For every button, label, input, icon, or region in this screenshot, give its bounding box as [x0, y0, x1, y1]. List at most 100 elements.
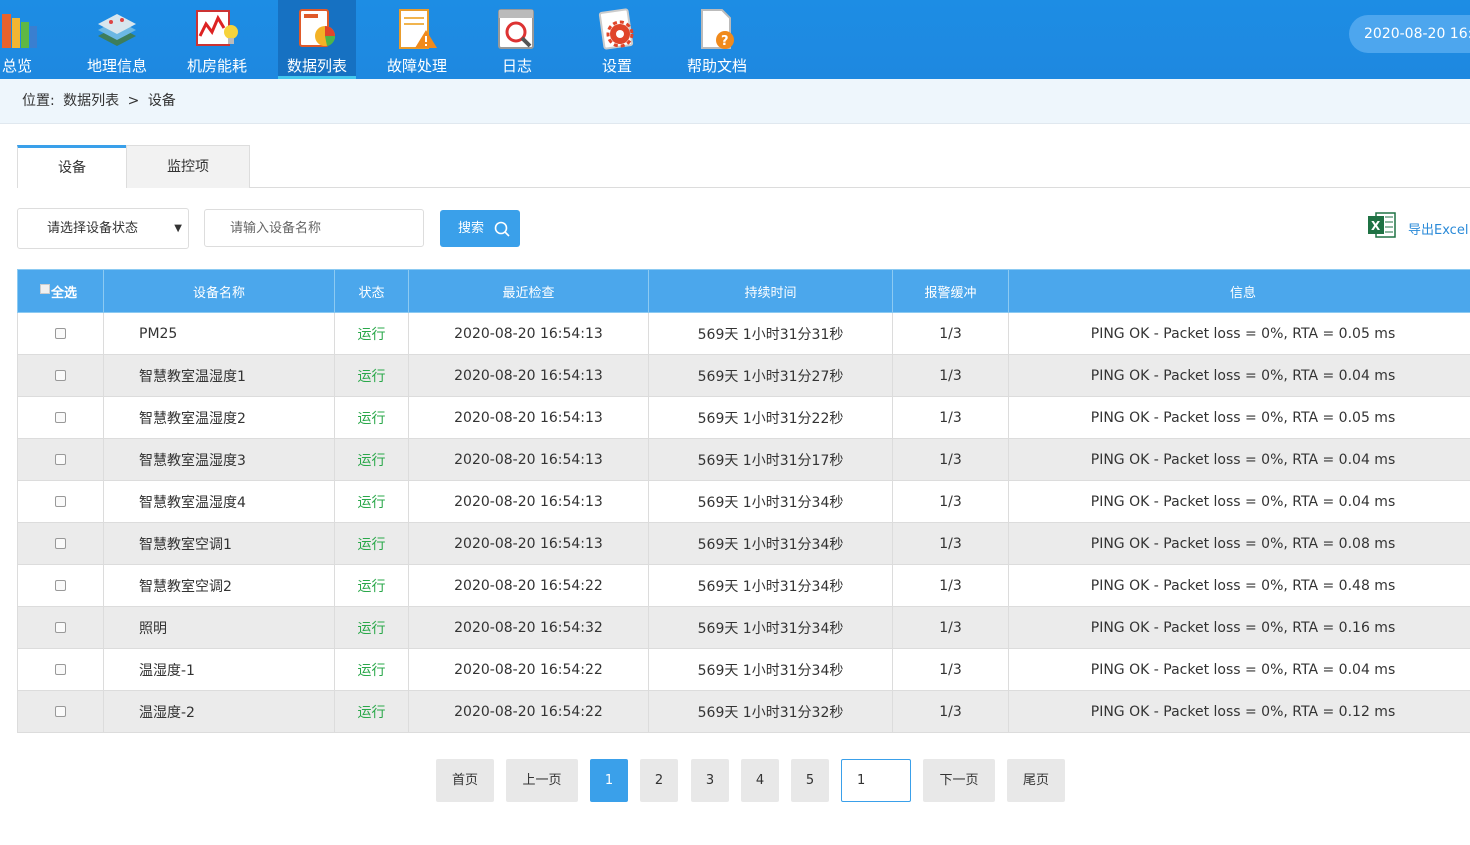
table-row[interactable]: 智慧教室温湿度1 运行 2020-08-20 16:54:13 569天 1小时31分… — [17, 354, 1470, 397]
energy-chart-bulb-icon — [196, 10, 238, 46]
duration-cell: 569天 1小时31分34秒 — [648, 480, 893, 523]
duration-cell: 569天 1小时31分34秒 — [648, 648, 893, 691]
device-status-select[interactable]: 请选择设备状态 ▼ — [17, 208, 189, 249]
last-check-cell: 2020-08-20 16:54:22 — [408, 564, 649, 607]
first-page-button[interactable]: 首页 — [436, 759, 494, 802]
duration-cell: 569天 1小时31分22秒 — [648, 396, 893, 439]
row-checkbox[interactable] — [55, 370, 66, 381]
row-checkbox[interactable] — [55, 412, 66, 423]
table-row[interactable]: 温湿度-1 运行 2020-08-20 16:54:22 569天 1小时31分34秒… — [17, 648, 1470, 691]
nav-label-log: 日志 — [501, 57, 532, 75]
table-row[interactable]: 智慧教室温湿度4 运行 2020-08-20 16:54:13 569天 1小时31分… — [17, 480, 1470, 523]
nav-item-settings[interactable]: 设置 — [578, 0, 656, 79]
row-checkbox[interactable] — [55, 580, 66, 591]
table-row[interactable]: 照明 运行 2020-08-20 16:54:32 569天 1小时31分34秒 1/3… — [17, 606, 1470, 649]
last-check-cell: 2020-08-20 16:54:13 — [408, 312, 649, 355]
nav-item-energy[interactable]: 机房能耗 — [178, 0, 256, 79]
nav-item-overview[interactable]: 总览 — [0, 0, 56, 79]
breadcrumb-current: 设备 — [147, 93, 176, 109]
nav-item-log[interactable]: 日志 — [478, 0, 556, 79]
row-checkbox-cell — [17, 354, 104, 397]
tab-monitor-items[interactable]: 监控项 — [126, 145, 250, 188]
device-name-cell: PM25 — [103, 312, 335, 355]
info-cell: PING OK - Packet loss = 0%, RTA = 0.04 m… — [1008, 648, 1470, 691]
data-report-icon — [299, 9, 336, 47]
row-checkbox[interactable] — [55, 328, 66, 339]
table-row[interactable]: 智慧教室温湿度3 运行 2020-08-20 16:54:13 569天 1小时31分… — [17, 438, 1470, 481]
last-check-cell: 2020-08-20 16:54:13 — [408, 480, 649, 523]
table-row[interactable]: 智慧教室空调1 运行 2020-08-20 16:54:13 569天 1小时31分3… — [17, 522, 1470, 565]
nav-label-overview: 总览 — [1, 57, 32, 75]
device-name-cell: 智慧教室温湿度1 — [103, 354, 335, 397]
info-cell: PING OK - Packet loss = 0%, RTA = 0.16 m… — [1008, 606, 1470, 649]
page-button-5[interactable]: 5 — [791, 759, 829, 802]
row-checkbox-cell — [17, 648, 104, 691]
device-name-cell: 智慧教室温湿度3 — [103, 438, 335, 481]
info-cell: PING OK - Packet loss = 0%, RTA = 0.04 m… — [1008, 438, 1470, 481]
table-row[interactable]: 温湿度-2 运行 2020-08-20 16:54:22 569天 1小时31分32秒… — [17, 690, 1470, 733]
device-name-cell: 智慧教室温湿度4 — [103, 480, 335, 523]
svg-text:X: X — [1371, 219, 1381, 233]
status-cell: 运行 — [334, 354, 409, 397]
nav-label-fault: 故障处理 — [386, 57, 447, 75]
last-check-cell: 2020-08-20 16:54:22 — [408, 648, 649, 691]
device-name-cell: 温湿度-1 — [103, 648, 335, 691]
status-cell: 运行 — [334, 606, 409, 649]
export-excel-label: 导出Excel — [1408, 223, 1469, 238]
row-checkbox[interactable] — [55, 706, 66, 717]
device-status-select-value: 请选择设备状态 — [47, 221, 139, 236]
select-all-checkbox[interactable] — [40, 283, 50, 294]
page-button-1[interactable]: 1 — [590, 759, 628, 802]
breadcrumb-section[interactable]: 数据列表 — [63, 93, 119, 109]
alert-buffer-cell: 1/3 — [892, 438, 1009, 481]
export-excel-button[interactable]: X 导出Excel — [1367, 211, 1470, 241]
alert-buffer-cell: 1/3 — [892, 690, 1009, 733]
search-button-label: 搜索 — [458, 221, 485, 236]
alert-buffer-cell: 1/3 — [892, 606, 1009, 649]
row-checkbox-cell — [17, 438, 104, 481]
next-page-button[interactable]: 下一页 — [923, 759, 995, 802]
row-checkbox-cell — [17, 480, 104, 523]
row-checkbox[interactable] — [55, 538, 66, 549]
device-table: 全选 设备名称 状态 最近检查 持续时间 报警缓冲 信息 PM25 运行 2020-… — [17, 269, 1470, 733]
device-name-cell: 智慧教室空调1 — [103, 522, 335, 565]
page-button-2[interactable]: 2 — [640, 759, 678, 802]
breadcrumb-prefix: 位置: — [22, 93, 55, 109]
table-row[interactable]: PM25 运行 2020-08-20 16:54:13 569天 1小时31分31秒 1… — [17, 312, 1470, 355]
alert-buffer-cell: 1/3 — [892, 648, 1009, 691]
info-cell: PING OK - Packet loss = 0%, RTA = 0.12 m… — [1008, 690, 1470, 733]
nav-label-data-list: 数据列表 — [286, 57, 347, 75]
header-duration: 持续时间 — [648, 269, 893, 313]
last-page-button[interactable]: 尾页 — [1007, 759, 1065, 802]
duration-cell: 569天 1小时31分34秒 — [648, 606, 893, 649]
select-all-header[interactable]: 全选 — [17, 269, 104, 313]
row-checkbox[interactable] — [55, 454, 66, 465]
tab-device[interactable]: 设备 — [17, 145, 127, 188]
row-checkbox[interactable] — [55, 496, 66, 507]
nav-item-help[interactable]: ? 帮助文档 — [678, 0, 756, 79]
row-checkbox[interactable] — [55, 622, 66, 633]
page-button-3[interactable]: 3 — [691, 759, 729, 802]
row-checkbox[interactable] — [55, 664, 66, 675]
table-header-row: 全选 设备名称 状态 最近检查 持续时间 报警缓冲 信息 — [17, 269, 1470, 313]
nav-item-fault[interactable]: 故障处理 — [378, 0, 456, 79]
status-cell: 运行 — [334, 480, 409, 523]
header-device-name: 设备名称 — [103, 269, 335, 313]
search-button[interactable]: 搜索 — [440, 210, 520, 247]
duration-cell: 569天 1小时31分34秒 — [648, 564, 893, 607]
page-jump-input[interactable] — [841, 759, 911, 802]
info-cell: PING OK - Packet loss = 0%, RTA = 0.04 m… — [1008, 480, 1470, 523]
last-check-cell: 2020-08-20 16:54:13 — [408, 438, 649, 481]
nav-item-geo-info[interactable]: 地理信息 — [78, 0, 156, 79]
last-check-cell: 2020-08-20 16:54:13 — [408, 354, 649, 397]
status-cell: 运行 — [334, 312, 409, 355]
device-name-input[interactable] — [204, 209, 424, 247]
duration-cell: 569天 1小时31分17秒 — [648, 438, 893, 481]
status-cell: 运行 — [334, 438, 409, 481]
nav-item-data-list[interactable]: 数据列表 — [278, 0, 356, 79]
alert-buffer-cell: 1/3 — [892, 312, 1009, 355]
table-row[interactable]: 智慧教室温湿度2 运行 2020-08-20 16:54:13 569天 1小时31分… — [17, 396, 1470, 439]
table-row[interactable]: 智慧教室空调2 运行 2020-08-20 16:54:22 569天 1小时31分3… — [17, 564, 1470, 607]
page-button-4[interactable]: 4 — [741, 759, 779, 802]
prev-page-button[interactable]: 上一页 — [506, 759, 578, 802]
